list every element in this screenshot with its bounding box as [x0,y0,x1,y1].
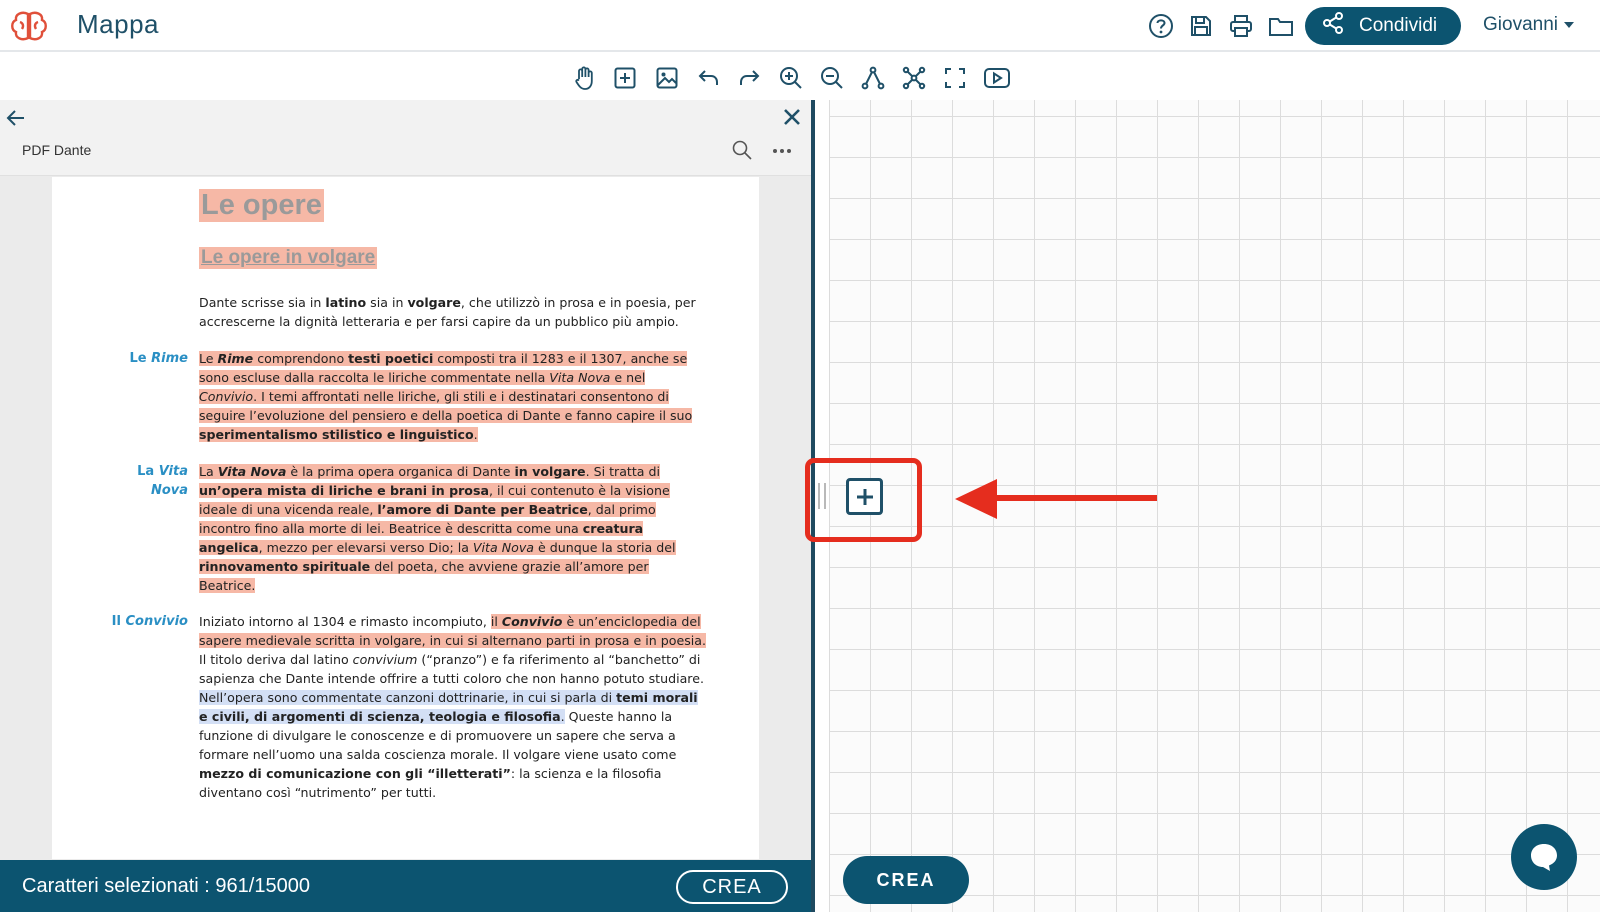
play-icon[interactable] [983,64,1011,92]
text-run: e nel [610,370,646,385]
label-text: Il [111,614,126,629]
text-run: Iniziato intorno al 1304 e rimasto incom… [199,614,491,629]
back-arrow-icon[interactable] [4,106,28,130]
annotation-highlight-box [805,458,922,542]
text-run: . I temi affrontati nelle liriche, gli s… [199,389,693,423]
user-name: Giovanni [1483,14,1558,35]
text-run: è la prima opera organica di Dante [286,464,515,479]
fullscreen-icon[interactable] [941,64,969,92]
intro-paragraph[interactable]: Dante scrisse sia in latino sia in volga… [199,293,707,331]
label-text: Le [129,351,152,366]
text-run: Il titolo deriva dal latino [199,652,353,667]
print-icon[interactable] [1226,11,1256,41]
text-run: Vita Nova [472,540,534,555]
expand-nodes-icon[interactable] [900,64,928,92]
text-run: in volgare [514,464,586,479]
text-run: mezzo di comunicazione con gli “illetter… [199,766,511,781]
search-icon[interactable] [731,139,755,163]
annotation-arrow-icon [955,479,997,519]
connector-icon[interactable] [859,64,887,92]
image-icon[interactable] [653,64,681,92]
crea-outline-button[interactable]: CREA [676,870,788,904]
text-run: Convivio [199,389,254,404]
margin-label-rime: Le Rime [68,349,188,368]
text-run: l’amore di Dante per Beatrice [377,502,588,517]
close-icon[interactable] [780,105,804,129]
selected-characters-count: Caratteri selezionati : 961/15000 [22,875,310,897]
hand-icon[interactable] [571,64,599,92]
text-run: Dante scrisse sia in [199,295,326,310]
chat-icon[interactable] [1511,824,1577,890]
crea-button[interactable]: CREA [843,856,969,904]
text-run: comprendono [253,351,349,366]
rime-paragraph[interactable]: Le Rime comprendono testi poetici compos… [199,349,707,444]
map-canvas[interactable] [829,100,1600,912]
text-run: un’opera mista di liriche e brani in pro… [199,483,489,498]
add-node-icon[interactable] [611,64,639,92]
text-run: . Si tratta di [585,464,661,479]
text-run: convivium [352,652,418,667]
top-bar: Mappa Condividi Giovanni [0,0,1600,52]
text-run: latino [325,295,367,310]
page-title[interactable]: Le opere [199,189,324,222]
share-button[interactable]: Condividi [1305,7,1461,45]
more-options-icon[interactable] [770,139,796,163]
text-run: , mezzo per elevarsi verso Dio; la [258,540,473,555]
brain-logo-icon[interactable] [10,10,48,42]
text-run: Vita Nova [217,464,287,479]
chevron-down-icon [1564,22,1574,28]
annotation-arrow-line [995,495,1157,501]
label-text: Rime [151,351,188,366]
user-menu[interactable]: Giovanni [1483,14,1574,36]
zoom-in-icon[interactable] [777,64,805,92]
text-run: Le [199,351,218,366]
help-icon[interactable] [1146,11,1176,41]
save-icon[interactable] [1186,11,1216,41]
zoom-out-icon[interactable] [818,64,846,92]
text-run: il [490,614,502,629]
app-title: Mappa [77,9,159,39]
text-run: Vita Nova [549,370,611,385]
margin-label-vita-nova: La Vita Nova [118,462,188,500]
text-run: sperimentalismo stilistico e linguistico [199,427,474,442]
page-subtitle[interactable]: Le opere in volgare [199,247,378,269]
map-toolbar [0,54,1600,100]
vita-nova-paragraph[interactable]: La Vita Nova è la prima opera organica d… [199,462,707,595]
text-run: testi poetici [348,351,434,366]
pdf-header: PDF Dante [0,100,811,176]
text-run: sia in [366,295,408,310]
text-run: Nell’opera sono commentate canzoni dottr… [199,690,617,705]
text-run: La [199,464,218,479]
folder-icon[interactable] [1266,11,1296,41]
text-run: Convivio [501,614,563,629]
margin-label-convivio: Il Convivio [108,612,188,631]
label-text: La [137,464,159,479]
text-run: Rime [217,351,254,366]
convivio-paragraph[interactable]: Iniziato intorno al 1304 e rimasto incom… [199,612,707,802]
text-run: . [473,427,478,442]
undo-icon[interactable] [694,64,722,92]
pdf-panel: PDF Dante Le opere Le opere in volgare D… [0,100,811,912]
label-text: Convivio [125,614,188,629]
share-icon [1321,11,1345,41]
text-run: è dunque la storia del [534,540,676,555]
pdf-file-name: PDF Dante [22,142,92,158]
pdf-page: Le opere Le opere in volgare Dante scris… [52,177,759,859]
text-run: volgare [407,295,461,310]
text-run: rinnovamento spirituale [199,559,371,574]
redo-icon[interactable] [736,64,764,92]
share-label: Condividi [1359,15,1438,36]
selection-status-bar: Caratteri selezionati : 961/15000 CREA [0,860,811,912]
